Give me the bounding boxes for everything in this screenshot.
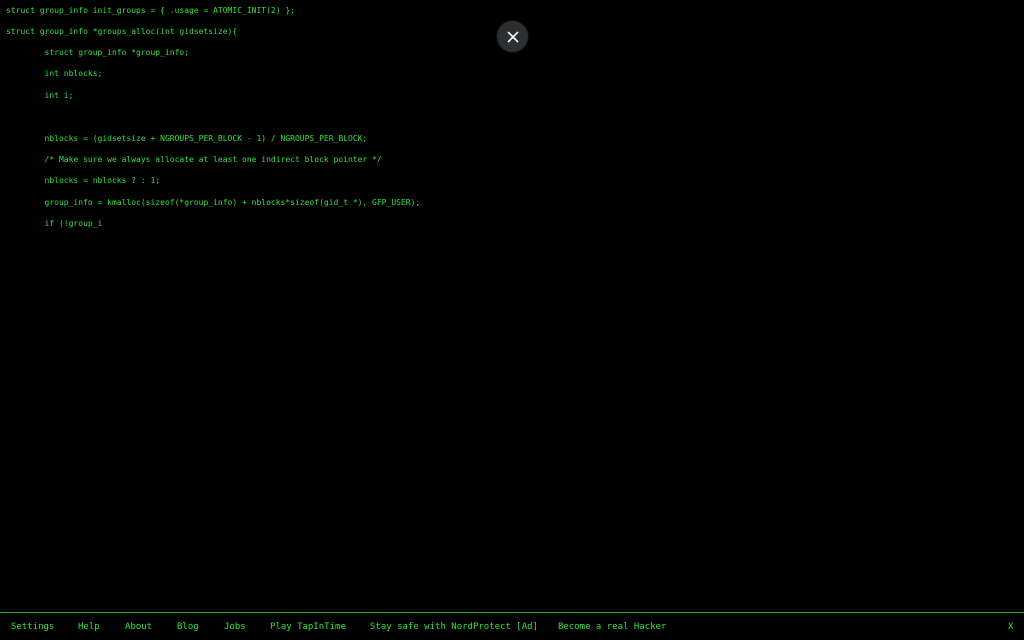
footer-link-jobs[interactable]: Jobs — [224, 621, 246, 633]
footer-bar: Settings Help About Blog Jobs Play TapIn… — [0, 612, 1024, 640]
footer-link-about[interactable]: About — [125, 621, 152, 633]
code-line: int i; — [6, 91, 74, 100]
code-line: nblocks = nblocks ? : 1; — [6, 176, 161, 185]
code-line: /* Make sure we always allocate at least… — [6, 155, 382, 164]
code-line: struct group_info *groups_alloc(int gids… — [6, 27, 238, 36]
footer-close-button[interactable]: X — [1008, 621, 1013, 633]
code-line: struct group_info init_groups = { .usage… — [6, 6, 295, 15]
code-line: group_info = kmalloc(sizeof(*group_info)… — [6, 198, 421, 207]
code-line: if (!group_i — [6, 219, 103, 228]
footer-link-play-tapintime[interactable]: Play TapInTime — [270, 621, 346, 633]
code-line: struct group_info *group_info; — [6, 48, 190, 57]
footer-link-help[interactable]: Help — [78, 621, 100, 633]
close-icon — [507, 31, 518, 42]
footer-link-settings[interactable]: Settings — [11, 621, 54, 633]
overlay-close-button[interactable] — [497, 21, 528, 52]
footer-link-nordprotect-ad[interactable]: Stay safe with NordProtect [Ad] — [370, 621, 538, 633]
code-display: struct group_info init_groups = { .usage… — [0, 0, 1024, 612]
footer-link-become-hacker[interactable]: Become a real Hacker — [558, 621, 666, 633]
code-line: int nblocks; — [6, 69, 103, 78]
code-line: nblocks = (gidsetsize + NGROUPS_PER_BLOC… — [6, 134, 368, 143]
footer-link-blog[interactable]: Blog — [177, 621, 199, 633]
